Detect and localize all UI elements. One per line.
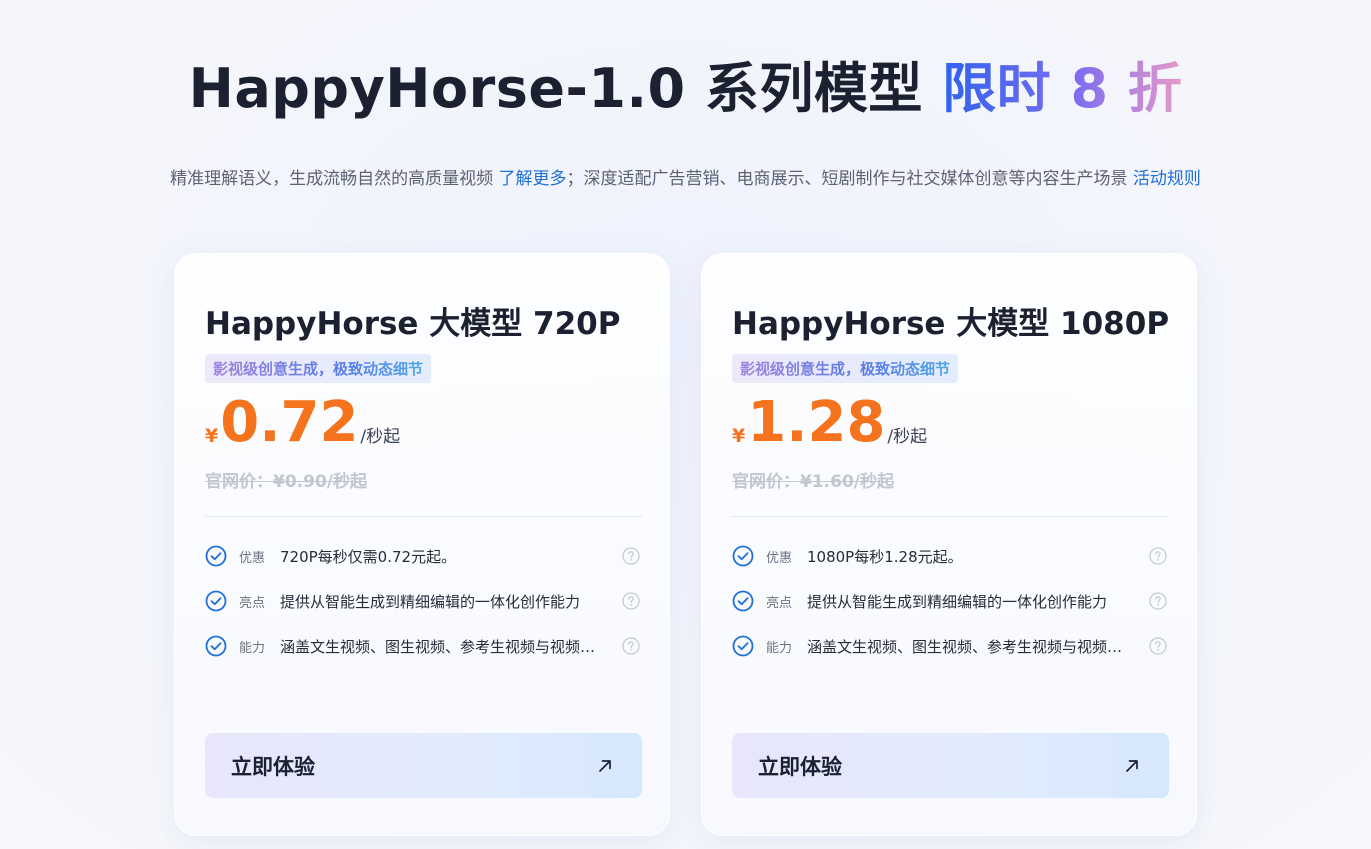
try-now-label: 立即体验 [231, 754, 315, 779]
check-circle-icon [732, 635, 754, 657]
card-tagline: 影视级创意生成，极致动态细节 [205, 354, 432, 383]
check-circle-icon [732, 545, 754, 567]
pricing-card-1080p: HappyHorse 大模型 1080P 影视级创意生成，极致动态细节 ¥ 1.… [701, 253, 1197, 836]
feature-text: 涵盖文生视频、图生视频、参考生视频与视频编辑 [807, 637, 1127, 656]
feature-label: 优惠 [239, 550, 266, 566]
feature-item: 能力 涵盖文生视频、图生视频、参考生视频与视频编辑 [205, 631, 642, 661]
hero-subtitle: 精准理解语义，生成流畅自然的高质量视频 了解更多；深度适配广告营销、电商展示、短… [0, 164, 1371, 189]
arrow-up-right-icon [599, 759, 611, 772]
feature-text: 提供从智能生成到精细编辑的一体化创作能力 [807, 592, 1108, 611]
arrow-up-right-icon [1126, 759, 1138, 772]
feature-label: 能力 [239, 640, 266, 656]
price-row: ¥ 1.28 /秒起 [732, 393, 1167, 453]
subtitle-text-2: ；深度适配广告营销、电商展示、短剧制作与社交媒体创意等内容生产场景 [566, 169, 1133, 189]
divider [732, 516, 1169, 517]
feature-label: 亮点 [766, 595, 793, 611]
card-tagline: 影视级创意生成，极致动态细节 [732, 354, 959, 383]
divider [205, 516, 642, 517]
feature-text: 涵盖文生视频、图生视频、参考生视频与视频编辑 [280, 637, 600, 656]
feature-item: 优惠 1080P每秒1.28元起。 [732, 541, 1169, 571]
question-circle-icon[interactable] [622, 592, 640, 610]
card-title: HappyHorse 大模型 1080P [732, 306, 1170, 342]
feature-label: 亮点 [239, 595, 266, 611]
question-circle-icon[interactable] [622, 547, 640, 565]
price-value: 1.28 [747, 390, 886, 455]
price-unit: /秒起 [887, 427, 928, 447]
try-now-label: 立即体验 [758, 754, 842, 779]
feature-label: 能力 [766, 640, 793, 656]
question-circle-icon[interactable] [1149, 592, 1167, 610]
feature-label: 优惠 [766, 550, 793, 566]
feature-list: 优惠 720P每秒仅需0.72元起。 亮点 提供从智能生成到精细编辑的一体化创作… [205, 541, 640, 661]
original-price: 官网价：¥0.90/秒起 [205, 472, 367, 492]
hero-title-main: HappyHorse-1.0 系列模型 [188, 57, 923, 120]
pricing-card-720p: HappyHorse 大模型 720P 影视级创意生成，极致动态细节 ¥ 0.7… [174, 253, 670, 836]
original-price: 官网价：¥1.60/秒起 [732, 472, 894, 492]
feature-item: 亮点 提供从智能生成到精细编辑的一体化创作能力 [732, 586, 1169, 616]
currency-symbol: ¥ [205, 425, 219, 447]
check-circle-icon [205, 635, 227, 657]
card-tagline-text: 影视级创意生成，极致动态细节 [740, 360, 951, 378]
currency-symbol: ¥ [732, 425, 746, 447]
subtitle-text-1: 精准理解语义，生成流畅自然的高质量视频 [170, 169, 499, 189]
check-circle-icon [205, 545, 227, 567]
feature-text: 提供从智能生成到精细编辑的一体化创作能力 [280, 592, 581, 611]
hero-title-promo: 限时 8 折 [942, 57, 1183, 120]
check-circle-icon [205, 590, 227, 612]
activity-rules-link[interactable]: 活动规则 [1133, 169, 1201, 189]
price-value: 0.72 [220, 390, 359, 455]
question-circle-icon[interactable] [1149, 547, 1167, 565]
card-tagline-text: 影视级创意生成，极致动态细节 [213, 360, 424, 378]
feature-text: 1080P每秒1.28元起。 [807, 547, 963, 566]
hero-title: HappyHorse-1.0 系列模型 限时 8 折 [0, 44, 1371, 123]
learn-more-link[interactable]: 了解更多 [499, 169, 567, 189]
price-unit: /秒起 [360, 427, 401, 447]
feature-text: 720P每秒仅需0.72元起。 [280, 547, 457, 566]
question-circle-icon[interactable] [622, 637, 640, 655]
question-circle-icon[interactable] [1149, 637, 1167, 655]
feature-item: 亮点 提供从智能生成到精细编辑的一体化创作能力 [205, 586, 642, 616]
try-now-button[interactable]: 立即体验 [732, 733, 1169, 798]
check-circle-icon [732, 590, 754, 612]
price-row: ¥ 0.72 /秒起 [205, 393, 640, 453]
card-title: HappyHorse 大模型 720P [205, 306, 621, 342]
feature-list: 优惠 1080P每秒1.28元起。 亮点 提供从智能生成到精细编辑的一体化创作能… [732, 541, 1167, 661]
feature-item: 能力 涵盖文生视频、图生视频、参考生视频与视频编辑 [732, 631, 1169, 661]
try-now-button[interactable]: 立即体验 [205, 733, 642, 798]
feature-item: 优惠 720P每秒仅需0.72元起。 [205, 541, 642, 571]
